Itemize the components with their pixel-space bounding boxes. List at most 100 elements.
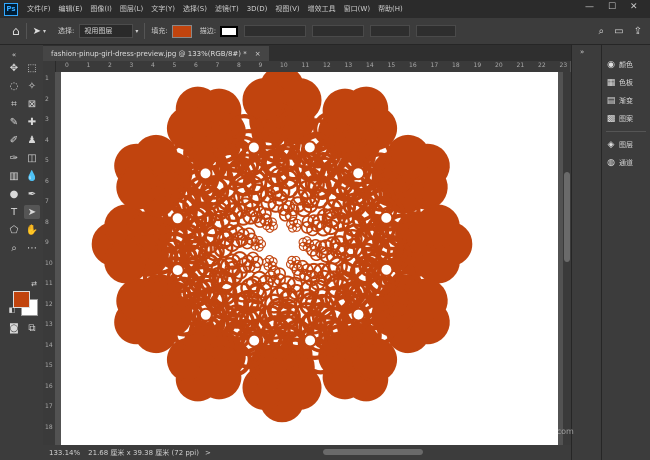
menu-plugins[interactable]: 增效工具 bbox=[304, 4, 340, 14]
more-tools-icon[interactable]: ⋯ bbox=[24, 241, 40, 255]
ruler-tick-label: 17 bbox=[45, 403, 53, 410]
menu-bar: Ps 文件(F) 编辑(E) 图像(I) 图层(L) 文字(Y) 选择(S) 滤… bbox=[0, 0, 650, 18]
brush-tool-icon[interactable]: ✐ bbox=[6, 133, 22, 147]
expand-arrows-icon[interactable]: » bbox=[580, 48, 584, 56]
blur-tool-icon[interactable]: 💧 bbox=[24, 169, 40, 183]
ruler-tick-label: 4 bbox=[151, 62, 155, 69]
width-field[interactable] bbox=[370, 25, 411, 37]
eyedropper-icon[interactable]: ✎ bbox=[6, 115, 22, 129]
select-dropdown[interactable]: 视用图层 bbox=[79, 24, 134, 38]
panel-channels[interactable]: ◍ 通道 bbox=[606, 155, 648, 171]
maximize-icon[interactable]: ☐ bbox=[608, 2, 616, 12]
menu-image[interactable]: 图像(I) bbox=[86, 4, 116, 14]
gradients-icon: ▤ bbox=[606, 96, 616, 106]
panel-layers[interactable]: ◈ 图层 bbox=[606, 137, 648, 153]
ring-flower-outline bbox=[289, 188, 319, 218]
panel-patterns[interactable]: ▩ 图案 bbox=[606, 111, 648, 127]
pen-tool-icon[interactable]: ✒ bbox=[24, 187, 40, 201]
ruler-tick-label: 13 bbox=[344, 62, 353, 69]
canvas-area[interactable] bbox=[55, 72, 570, 445]
swap-colors-icon[interactable]: ⇄ bbox=[26, 277, 42, 291]
panel-label: 图层 bbox=[619, 141, 633, 149]
ruler-tick-label: 2 bbox=[108, 62, 112, 69]
divider bbox=[606, 131, 646, 132]
menu-type[interactable]: 文字(Y) bbox=[147, 4, 179, 14]
gradient-tool-icon[interactable]: ▥ bbox=[6, 169, 22, 183]
stroke-type-dropdown[interactable] bbox=[312, 25, 365, 37]
foreground-color-swatch[interactable] bbox=[13, 291, 30, 308]
status-menu-arrow-icon[interactable]: > bbox=[205, 449, 211, 457]
zoom-tool-icon[interactable]: ⌕ bbox=[6, 241, 22, 255]
menu-layer[interactable]: 图层(L) bbox=[116, 4, 147, 14]
ruler-tick-label: 0 bbox=[65, 62, 69, 69]
shape-tool-icon[interactable]: ⬠ bbox=[6, 223, 22, 237]
crop-tool-icon[interactable]: ⌗ bbox=[6, 97, 22, 111]
divider bbox=[25, 23, 27, 39]
hand-tool-icon[interactable]: ✋ bbox=[24, 223, 40, 237]
menu-edit[interactable]: 编辑(E) bbox=[55, 4, 87, 14]
ruler-tick-label: 5 bbox=[45, 157, 49, 164]
collapse-arrows-icon[interactable]: « bbox=[6, 48, 22, 62]
vertical-scrollbar-thumb[interactable] bbox=[564, 172, 570, 262]
flower-center bbox=[379, 210, 394, 225]
document-canvas[interactable] bbox=[61, 72, 558, 445]
flower-mandala-artwork[interactable] bbox=[61, 72, 558, 445]
ring-flower-outline bbox=[285, 255, 302, 272]
stroke-color-swatch[interactable] bbox=[220, 25, 239, 37]
quick-mask-icon[interactable]: ◙ bbox=[6, 321, 22, 335]
frame-tool-icon[interactable]: ⊠ bbox=[24, 97, 40, 111]
horizontal-scrollbar-thumb[interactable] bbox=[323, 449, 423, 455]
menu-file[interactable]: 文件(F) bbox=[23, 4, 55, 14]
fill-color-swatch[interactable] bbox=[171, 24, 192, 38]
minimize-icon[interactable]: — bbox=[585, 2, 594, 12]
document-tab-title: fashion-pinup-girl-dress-preview.jpg @ 1… bbox=[51, 49, 247, 58]
flower-center bbox=[379, 262, 394, 277]
ruler-tick-label: 14 bbox=[366, 62, 374, 69]
magic-wand-icon[interactable]: ✧ bbox=[24, 79, 40, 93]
flower-center bbox=[198, 166, 213, 181]
chevron-down-icon[interactable]: ▾ bbox=[43, 28, 46, 35]
marquee-tool-icon[interactable]: ⬚ bbox=[24, 61, 40, 75]
eraser-icon[interactable]: ◫ bbox=[24, 151, 40, 165]
share-icon[interactable]: ⇪ bbox=[634, 26, 642, 37]
healing-brush-icon[interactable]: ✚ bbox=[24, 115, 40, 129]
close-icon[interactable]: ✕ bbox=[630, 2, 638, 12]
flower-center bbox=[247, 333, 262, 348]
ruler-tick-label: 3 bbox=[45, 116, 49, 123]
history-brush-icon[interactable]: ✑ bbox=[6, 151, 22, 165]
path-selection-tool-icon[interactable]: ➤ bbox=[24, 205, 40, 219]
panel-color[interactable]: ◉ 颜色 bbox=[606, 57, 648, 73]
lasso-tool-icon[interactable]: ◌ bbox=[6, 79, 22, 93]
path-select-tool-icon[interactable]: ➤ bbox=[33, 26, 41, 37]
document-tab[interactable]: fashion-pinup-girl-dress-preview.jpg @ 1… bbox=[43, 46, 269, 61]
menu-filter[interactable]: 滤镜(T) bbox=[211, 4, 243, 14]
dodge-tool-icon[interactable]: ● bbox=[6, 187, 22, 201]
menu-select[interactable]: 选择(S) bbox=[179, 4, 211, 14]
workspace-icon[interactable]: ▭ bbox=[614, 26, 623, 37]
clone-stamp-icon[interactable]: ♟ bbox=[24, 133, 40, 147]
ring-flower-outline bbox=[273, 196, 304, 227]
type-tool-icon[interactable]: T bbox=[6, 205, 22, 219]
photoshop-logo-icon[interactable]: Ps bbox=[4, 2, 18, 16]
panel-gradients[interactable]: ▤ 渐变 bbox=[606, 93, 648, 109]
ruler-tick-label: 23 bbox=[559, 62, 568, 69]
menu-view[interactable]: 视图(V) bbox=[271, 4, 303, 14]
height-field[interactable] bbox=[416, 25, 457, 37]
close-tab-icon[interactable]: × bbox=[255, 50, 261, 58]
zoom-level[interactable]: 133.14% bbox=[49, 449, 80, 457]
menu-3d[interactable]: 3D(D) bbox=[243, 5, 272, 13]
stroke-width-field[interactable] bbox=[244, 25, 307, 37]
ruler-tick-label: 10 bbox=[280, 62, 288, 69]
menu-window[interactable]: 窗口(W) bbox=[340, 4, 374, 14]
vertical-scrollbar[interactable] bbox=[563, 72, 571, 445]
panel-swatches[interactable]: ▦ 色板 bbox=[606, 75, 648, 91]
ruler-tick-label: 19 bbox=[473, 62, 482, 69]
menu-help[interactable]: 帮助(H) bbox=[374, 4, 407, 14]
home-icon[interactable]: ⌂ bbox=[12, 24, 20, 38]
move-tool-icon[interactable]: ✥ bbox=[6, 61, 22, 75]
search-icon[interactable]: ⌕ bbox=[599, 26, 605, 37]
options-bar: ⌂ ➤ ▾ 选择: 视用图层 ▾ 填充: 描边: ⌕ ▭ ⇪ bbox=[0, 18, 650, 45]
mandala-center bbox=[270, 232, 294, 256]
screen-mode-icon[interactable]: ⧉ bbox=[24, 321, 40, 335]
chevron-down-icon[interactable]: ▾ bbox=[135, 28, 138, 35]
